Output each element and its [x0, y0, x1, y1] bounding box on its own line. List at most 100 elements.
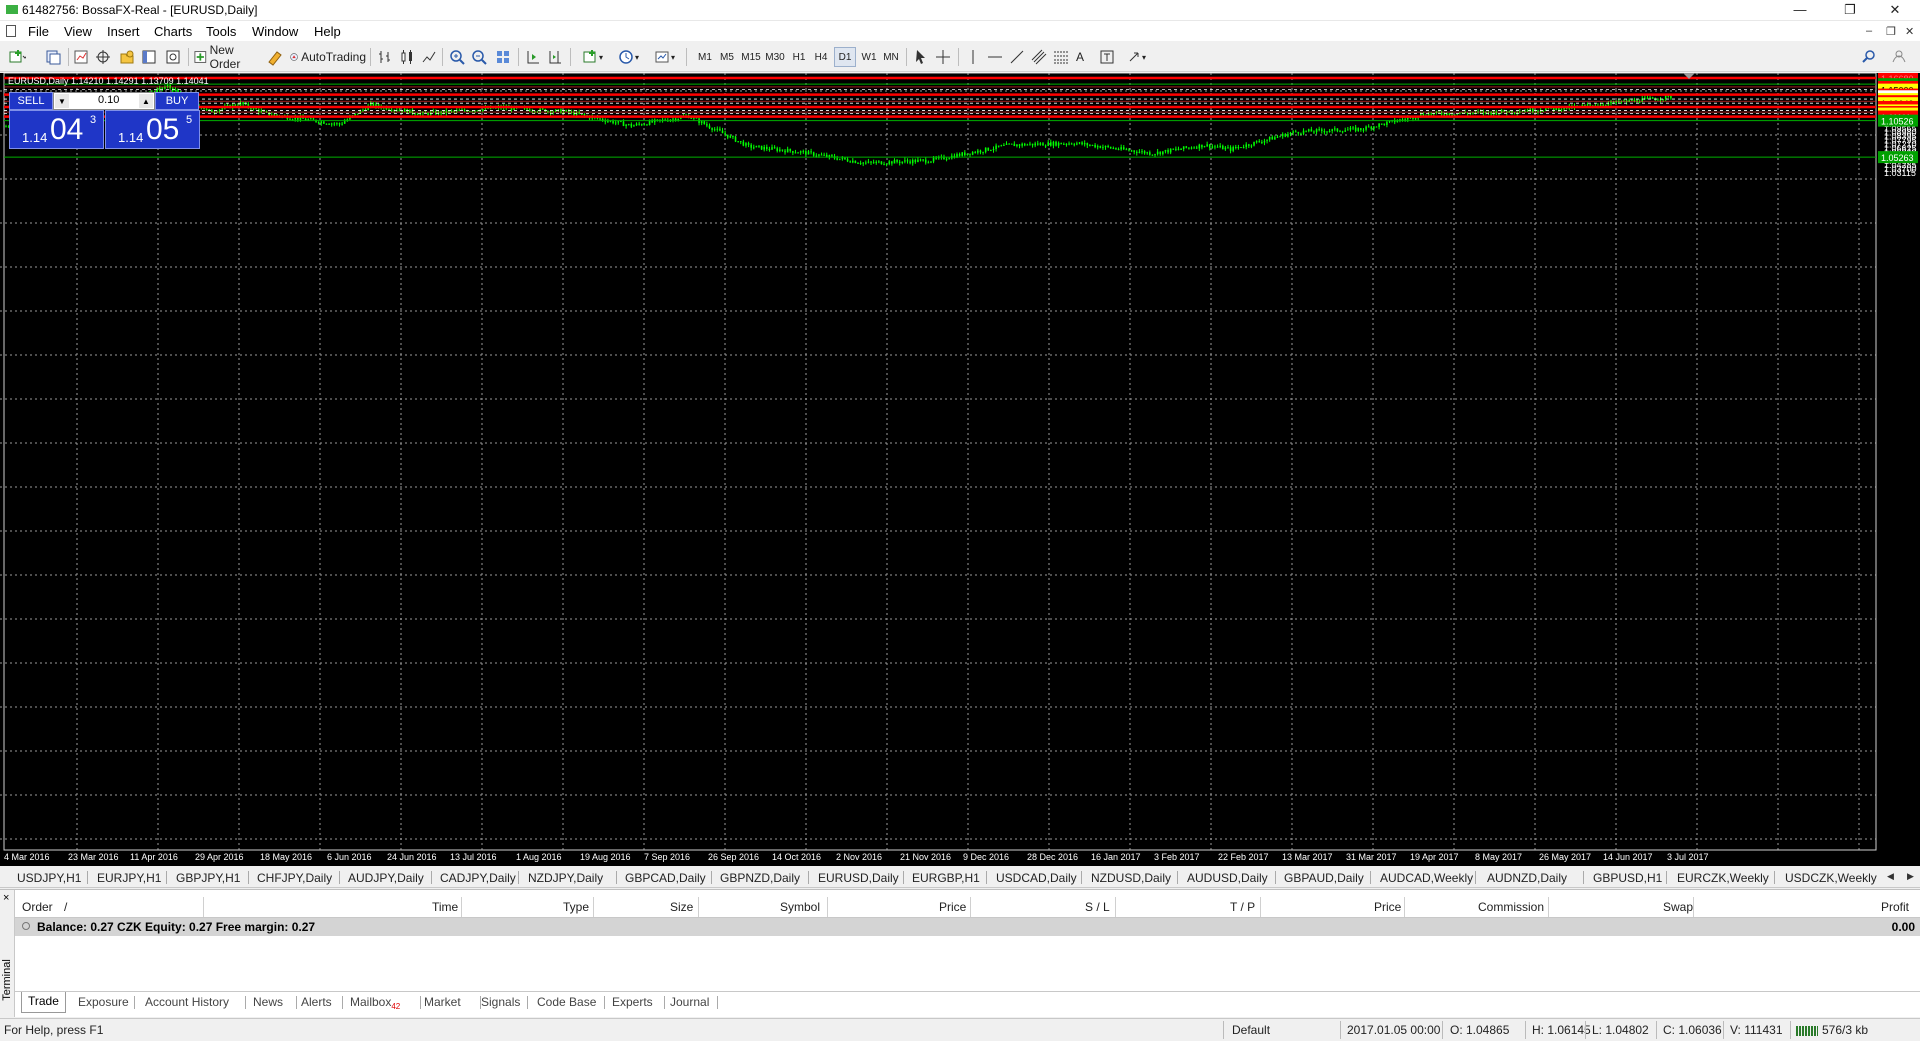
- chart-tab-gbpusd-h1[interactable]: GBPUSD,H1: [1593, 871, 1662, 885]
- status-profile[interactable]: Default: [1232, 1023, 1270, 1037]
- timeframe-m30[interactable]: M30: [764, 47, 786, 67]
- indicators-dropdown[interactable]: ▾: [576, 47, 608, 67]
- profiles-icon[interactable]: [44, 47, 62, 67]
- menu-charts[interactable]: Charts: [154, 24, 192, 39]
- chart-tab-usdcad-daily[interactable]: USDCAD,Daily: [996, 871, 1077, 885]
- periodicity-dropdown[interactable]: ▾: [612, 47, 644, 67]
- tab-market[interactable]: Market: [424, 995, 461, 1009]
- tab-trade[interactable]: Trade: [21, 992, 66, 1013]
- col-close-price[interactable]: Price: [1374, 900, 1401, 914]
- market-watch-icon[interactable]: [72, 47, 90, 67]
- auto-scroll-icon[interactable]: [524, 47, 542, 67]
- chart-tab-audnzd-daily[interactable]: AUDNZD,Daily: [1487, 871, 1567, 885]
- tab-exposure[interactable]: Exposure: [78, 995, 129, 1009]
- tab-signals[interactable]: Signals: [481, 995, 520, 1009]
- text-label-icon[interactable]: [1098, 47, 1116, 67]
- timeframe-m5[interactable]: M5: [716, 47, 738, 67]
- buy-price-button[interactable]: 1.14 05 5: [105, 110, 200, 149]
- chart-canvas[interactable]: 1.160151.148301.136361.130431.113201.107…: [0, 73, 1920, 866]
- trendline-icon[interactable]: [1008, 47, 1026, 67]
- chart-tab-eurczk-weekly[interactable]: EURCZK,Weekly: [1677, 871, 1769, 885]
- zoom-in-icon[interactable]: [448, 47, 466, 67]
- chart-tab-gbpnzd-daily[interactable]: GBPNZD,Daily: [720, 871, 800, 885]
- chart-minimize-button[interactable]: –: [1866, 25, 1872, 37]
- candlesticks-icon[interactable]: [398, 47, 416, 67]
- col-sort-indicator[interactable]: /: [64, 900, 67, 914]
- chart-tab-audjpy-daily[interactable]: AUDJPY,Daily: [348, 871, 424, 885]
- line-chart-icon[interactable]: [420, 47, 438, 67]
- col-profit[interactable]: Profit: [1881, 900, 1909, 914]
- chart-tab-audusd-daily[interactable]: AUDUSD,Daily: [1187, 871, 1268, 885]
- timeframe-h1[interactable]: H1: [788, 47, 810, 67]
- col-commission[interactable]: Commission: [1478, 900, 1544, 914]
- timeframe-d1[interactable]: D1: [834, 47, 856, 67]
- search-icon[interactable]: [1860, 47, 1878, 67]
- col-tp[interactable]: T / P: [1230, 900, 1255, 914]
- timeframe-h4[interactable]: H4: [810, 47, 832, 67]
- zoom-out-icon[interactable]: [470, 47, 488, 67]
- tile-windows-icon[interactable]: [494, 47, 512, 67]
- chart-shift-icon[interactable]: [546, 47, 564, 67]
- navigator-icon[interactable]: [118, 47, 136, 67]
- timeframe-m1[interactable]: M1: [694, 47, 716, 67]
- cursor-icon[interactable]: [912, 47, 930, 67]
- chart-restore-button[interactable]: ❐: [1886, 25, 1896, 38]
- lot-increase-icon[interactable]: ▲: [139, 94, 153, 108]
- menu-file[interactable]: File: [28, 24, 49, 39]
- chart-tab-gbpjpy-h1[interactable]: GBPJPY,H1: [176, 871, 240, 885]
- strategy-tester-icon[interactable]: [164, 47, 182, 67]
- chart-document-icon[interactable]: [6, 25, 16, 37]
- fibonacci-retracement-icon[interactable]: [1052, 47, 1070, 67]
- chart-tab-usdczk-weekly[interactable]: USDCZK,Weekly: [1785, 871, 1877, 885]
- terminal-icon[interactable]: [140, 47, 158, 67]
- chart-tab-gbpcad-daily[interactable]: GBPCAD,Daily: [625, 871, 706, 885]
- tab-news[interactable]: News: [253, 995, 283, 1009]
- menu-tools[interactable]: Tools: [206, 24, 236, 39]
- chart-tab-nzdjpy-daily[interactable]: NZDJPY,Daily: [528, 871, 603, 885]
- community-icon[interactable]: [1890, 47, 1908, 67]
- connection-status[interactable]: 576/3 kb: [1796, 1023, 1868, 1037]
- col-price[interactable]: Price: [939, 900, 966, 914]
- restore-button[interactable]: ❐: [1830, 0, 1870, 20]
- tabs-scroll-right-icon[interactable]: ▶: [1907, 871, 1914, 882]
- autotrading-button[interactable]: AutoTrading: [290, 47, 366, 67]
- metaeditor-icon[interactable]: [266, 47, 284, 67]
- chart-tab-audcad-weekly[interactable]: AUDCAD,Weekly: [1380, 871, 1473, 885]
- timeframe-mn[interactable]: MN: [880, 47, 902, 67]
- timeframe-w1[interactable]: W1: [858, 47, 880, 67]
- lot-size-value[interactable]: 0.10: [98, 94, 119, 106]
- data-window-icon[interactable]: [94, 47, 112, 67]
- col-time[interactable]: Time: [432, 900, 458, 914]
- bar-chart-icon[interactable]: [376, 47, 394, 67]
- col-sl[interactable]: S / L: [1085, 900, 1110, 914]
- chart-tab-eurgbp-h1[interactable]: EURGBP,H1: [912, 871, 980, 885]
- chart-tab-eurusd-daily[interactable]: EURUSD,Daily: [818, 871, 899, 885]
- col-type[interactable]: Type: [563, 900, 589, 914]
- lot-size-field[interactable]: ▼ 0.10 ▲: [53, 92, 155, 110]
- tab-alerts[interactable]: Alerts: [301, 995, 332, 1009]
- menu-window[interactable]: Window: [252, 24, 298, 39]
- equidistant-channel-icon[interactable]: [1030, 47, 1048, 67]
- col-size[interactable]: Size: [670, 900, 693, 914]
- minimize-button[interactable]: —: [1780, 0, 1820, 20]
- tabs-scroll-left-icon[interactable]: ◀: [1887, 871, 1894, 882]
- terminal-close-icon[interactable]: ×: [3, 892, 9, 904]
- tab-mailbox[interactable]: Mailbox42: [350, 995, 400, 1011]
- menu-view[interactable]: View: [64, 24, 92, 39]
- vertical-line-icon[interactable]: [964, 47, 982, 67]
- text-tool-icon[interactable]: A: [1076, 47, 1084, 67]
- chart-tab-nzdusd-daily[interactable]: NZDUSD,Daily: [1091, 871, 1171, 885]
- tab-experts[interactable]: Experts: [612, 995, 653, 1009]
- crosshair-icon[interactable]: [934, 47, 952, 67]
- col-order[interactable]: Order: [22, 900, 53, 914]
- balance-row[interactable]: Balance: 0.27 CZK Equity: 0.27 Free marg…: [15, 918, 1920, 936]
- chart-tab-cadjpy-daily[interactable]: CADJPY,Daily: [440, 871, 516, 885]
- templates-dropdown[interactable]: ▾: [648, 47, 680, 67]
- price-chart[interactable]: 1.160151.148301.136361.130431.113201.107…: [0, 73, 1920, 866]
- arrows-dropdown[interactable]: ▾: [1122, 47, 1152, 67]
- horizontal-line-icon[interactable]: [986, 47, 1004, 67]
- chart-tab-usdjpy-h1[interactable]: USDJPY,H1: [17, 871, 81, 885]
- chart-tab-eurjpy-h1[interactable]: EURJPY,H1: [97, 871, 161, 885]
- chart-tab-chfjpy-daily[interactable]: CHFJPY,Daily: [257, 871, 332, 885]
- tab-journal[interactable]: Journal: [670, 995, 709, 1009]
